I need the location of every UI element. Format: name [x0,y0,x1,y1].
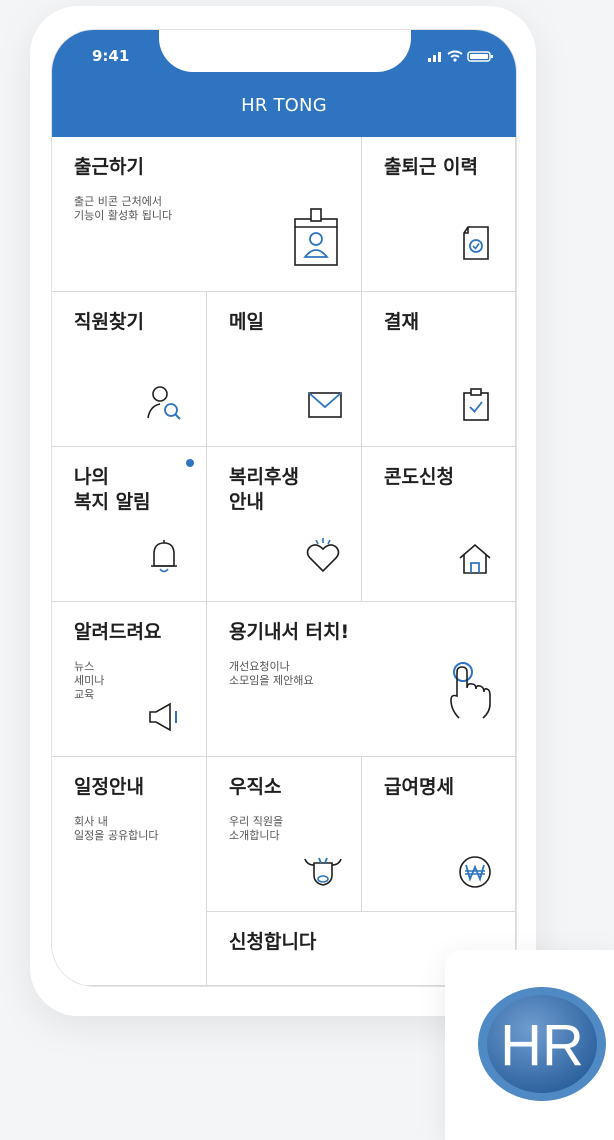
hr-logo: HR [478,987,606,1101]
menu-notice-label: 알려드려요 [74,621,162,643]
megaphone-icon [149,702,177,732]
menu-post-office-label: 우직소 [229,776,282,798]
signal-icon [428,52,441,62]
menu-condo[interactable]: 콘도신청 [362,447,516,602]
menu-brave-touch[interactable]: 용기내서 터치! 개선요청이나 소모임을 제안해요 [207,602,516,757]
menu-approval-label: 결재 [384,311,419,333]
house-icon [459,543,491,574]
menu-brave-touch-desc: 개선요청이나 소모임을 제안해요 [229,660,314,687]
menu-schedule-desc: 회사 내 일정을 공유합니다 [74,815,159,842]
wifi-icon [447,50,463,58]
won-coin-icon [459,856,491,888]
menu-post-office-desc: 우리 직원을 소개합니다 [229,815,284,842]
phone-notch [159,30,411,72]
hand-touch-icon [450,662,491,719]
menu-check-in[interactable]: 출근하기 출근 비콘 근처에서 기능이 활성화 됩니다 [52,137,362,292]
menu-approval[interactable]: 결재 [362,292,516,447]
bell-icon [151,540,177,573]
menu-schedule[interactable]: 일정안내 회사 내 일정을 공유합니다 [52,757,207,986]
status-icons [428,50,493,62]
menu-grid: 출근하기 출근 비콘 근처에서 기능이 활성화 됩니다 출퇴근 이력 직원찾기 … [52,137,516,986]
clipboard-check-icon [463,388,489,421]
menu-mail[interactable]: 메일 [207,292,362,447]
menu-post-office[interactable]: 우직소 우리 직원을 소개합니다 [207,757,362,912]
document-check-icon [463,226,489,260]
menu-check-in-desc: 출근 비콘 근처에서 기능이 활성화 됩니다 [74,195,173,222]
id-badge-icon [294,208,338,266]
heart-icon [306,538,340,573]
menu-apply-label: 신청합니다 [229,931,317,953]
menu-notice[interactable]: 알려드려요 뉴스 세미나 교육 [52,602,207,757]
menu-welfare-info[interactable]: 복리후생 안내 [207,447,362,602]
menu-my-welfare-label: 나의 복지 알림 [74,466,151,513]
app-header: 9:41 HR TONG [52,30,516,137]
menu-welfare-info-label: 복리후생 안내 [229,466,299,513]
hr-logo-text: HR [500,1013,584,1078]
notification-dot [186,459,194,467]
app-screen: 9:41 HR TONG 출근하기 출근 비콘 근처에서 기능이 활성화 됩니다 [52,30,516,986]
menu-attendance-history[interactable]: 출퇴근 이력 [362,137,516,292]
menu-payslip[interactable]: 급여명세 [362,757,516,912]
person-search-icon [147,386,181,420]
menu-brave-touch-label: 용기내서 터치! [229,621,350,643]
menu-check-in-label: 출근하기 [74,156,144,178]
envelope-icon [308,392,342,418]
app-title: HR TONG [241,95,327,116]
menu-notice-desc: 뉴스 세미나 교육 [74,660,105,701]
battery-icon [467,51,493,62]
menu-mail-label: 메일 [229,311,264,333]
menu-schedule-label: 일정안내 [74,776,144,798]
menu-payslip-label: 급여명세 [384,776,454,798]
menu-find-employee-label: 직원찾기 [74,311,144,333]
status-time: 9:41 [92,47,130,65]
menu-attendance-history-label: 출퇴근 이력 [384,156,479,178]
menu-my-welfare[interactable]: 나의 복지 알림 [52,447,207,602]
menu-find-employee[interactable]: 직원찾기 [52,292,207,447]
cow-icon [304,857,342,886]
menu-condo-label: 콘도신청 [384,466,454,488]
